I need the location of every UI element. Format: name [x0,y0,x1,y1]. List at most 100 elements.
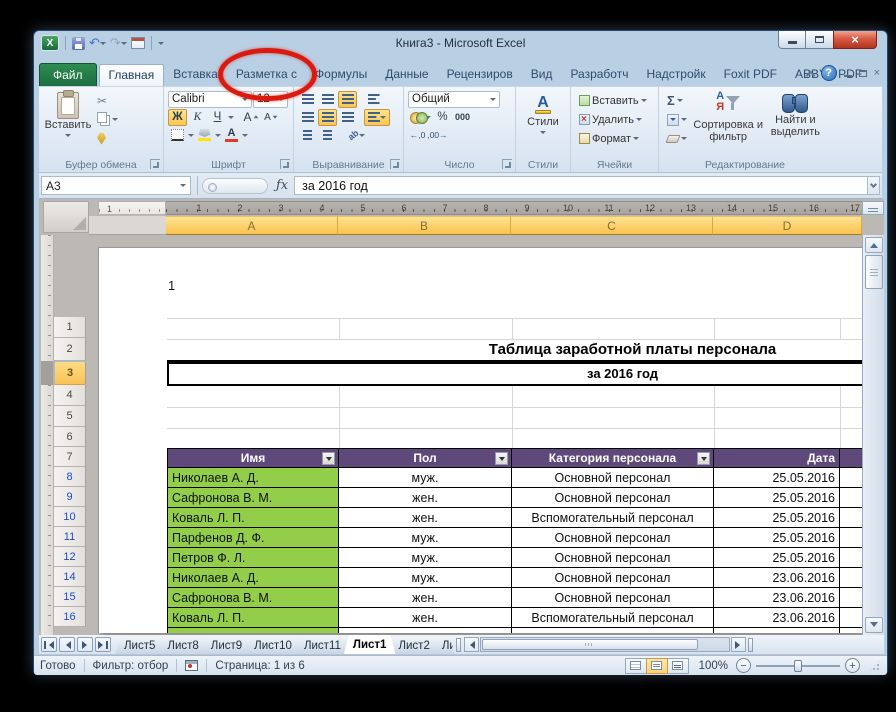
sheet-tab[interactable]: Лист5 [115,637,164,654]
doc-close-button[interactable]: × [874,67,880,79]
zoom-level[interactable]: 100% [699,660,728,672]
ribbon-tab[interactable]: Разработч [561,64,637,86]
cell[interactable]: жен. [339,588,512,608]
table-header-cell[interactable]: Имя [167,448,339,468]
cell[interactable]: жен. [339,608,512,628]
cell[interactable]: муж. [339,548,512,568]
fill-button[interactable] [663,111,693,128]
cell[interactable]: Петров Ф. Л. [167,548,339,568]
align-left-button[interactable] [298,109,317,126]
borders-button[interactable] [168,127,187,144]
ribbon-tab[interactable]: Foxit PDF [715,64,786,86]
cell[interactable]: Парфенов Д. Ф. [167,528,339,548]
scroll-left-button[interactable] [463,637,479,652]
tab-split-handle[interactable] [455,638,461,652]
previous-sheet-button[interactable] [59,637,75,652]
dialog-launcher-icon[interactable] [502,159,512,169]
cell[interactable]: Сафронова В. М. [167,488,339,508]
align-center-button[interactable] [318,108,337,126]
fill-color-button[interactable] [195,127,214,144]
sheet-tab[interactable]: Ли [433,637,455,654]
row-header-10[interactable]: 10 [54,507,86,527]
scrollbar-thumb[interactable] [481,639,698,650]
number-format-select[interactable]: Общий [408,90,500,108]
merge-center-button[interactable] [364,108,390,126]
row-header-15[interactable]: 15 [54,587,86,607]
sort-filter-button[interactable]: АЯ Сортировка и фильтр [693,90,764,147]
increase-indent-button[interactable] [318,127,337,144]
row-header-6[interactable]: 6 [54,427,86,447]
chevron-down-icon[interactable] [228,115,234,122]
cell[interactable]: 25.05.2016 [714,468,840,488]
cell[interactable]: 23.06.2016 [714,588,840,608]
scrollbar-track[interactable] [479,637,730,652]
row-header-11[interactable]: 11 [54,527,86,547]
row-header-9[interactable]: 9 [54,487,86,507]
first-sheet-button[interactable] [41,637,57,652]
collapse-ribbon-icon[interactable] [805,70,816,80]
cell[interactable]: жен. [339,508,512,528]
cell[interactable]: Коваль Л. П. [167,608,339,628]
cell[interactable]: Вспомогательный персонал [512,608,714,628]
format-cells-button[interactable]: Формат [575,130,654,147]
resize-grip[interactable] [868,659,881,672]
sheet-tab[interactable]: Лист8 [158,637,207,654]
chevron-down-icon[interactable] [242,133,248,140]
cell[interactable]: 25.05.2016 [714,508,840,528]
percent-button[interactable]: % [433,109,452,126]
orientation-button[interactable]: ab [346,127,366,144]
chevron-down-icon[interactable] [215,133,221,140]
doc-restore-button[interactable] [858,69,867,77]
expand-formula-bar-button[interactable] [867,176,880,195]
column-header-c[interactable]: C [511,216,713,235]
decrease-decimal-button[interactable]: ,00→ [427,127,447,144]
cell[interactable]: Основной персонал [512,488,714,508]
cell[interactable]: 25.05.2016 [714,488,840,508]
grow-font-button[interactable]: А [242,109,261,126]
maximize-button[interactable] [806,31,833,49]
next-sheet-button[interactable] [77,637,93,652]
macro-record-icon[interactable] [185,660,199,671]
ribbon-tab[interactable]: Разметка с [217,48,318,101]
align-bottom-button[interactable] [338,90,357,108]
dialog-launcher-icon[interactable] [150,159,160,169]
cell[interactable]: 23.06.2016 [714,568,840,588]
cell[interactable]: Основной персонал [512,468,714,488]
cell[interactable]: Сафронова В. М. [167,588,339,608]
split-handle[interactable] [862,201,884,215]
row-header-2[interactable]: 2 [54,338,86,361]
cell[interactable]: Основной персонал [512,568,714,588]
clear-button[interactable] [663,130,693,147]
row-header-8[interactable]: 8 [54,467,86,487]
cell[interactable]: Николаев А. Д. [167,468,339,488]
align-right-button[interactable] [338,109,357,126]
doc-minimize-button[interactable] [843,70,852,77]
cell[interactable]: Николаев А. Д. [167,568,339,588]
shrink-font-button[interactable]: А [262,109,281,126]
scroll-down-button[interactable] [865,617,883,633]
bold-button[interactable]: Ж [168,108,187,126]
cell[interactable]: жен. [339,488,512,508]
row-header-12[interactable]: 12 [54,547,86,567]
cell[interactable]: 25.05.2016 [714,548,840,568]
formula-input[interactable]: за 2016 год [294,176,867,195]
ribbon-tab[interactable]: Главная [98,64,165,86]
filter-dropdown-icon[interactable] [322,452,335,465]
sheet-tab[interactable]: Лист2 [389,637,438,654]
accounting-format-button[interactable] [408,109,432,126]
table-header-cell[interactable]: Дата [714,448,840,468]
help-icon[interactable]: ? [820,65,837,81]
view-page-layout-button[interactable] [645,657,668,674]
copy-button[interactable] [93,111,122,128]
ribbon-tab[interactable]: Данные [376,64,437,86]
cell[interactable]: муж. [339,568,512,588]
thousands-button[interactable]: 000 [453,109,472,126]
sheet-title-cell[interactable]: Таблица заработной платы персонала [339,339,840,360]
scroll-right-button[interactable] [730,637,746,652]
table-header-cell[interactable]: Категория персонала [512,448,714,468]
ribbon-tab[interactable]: Файл [39,63,97,86]
zoom-slider-thumb[interactable] [794,659,802,672]
scroll-up-button[interactable] [865,237,883,253]
vertical-scrollbar[interactable] [862,235,884,635]
column-header-b[interactable]: B [338,216,511,235]
